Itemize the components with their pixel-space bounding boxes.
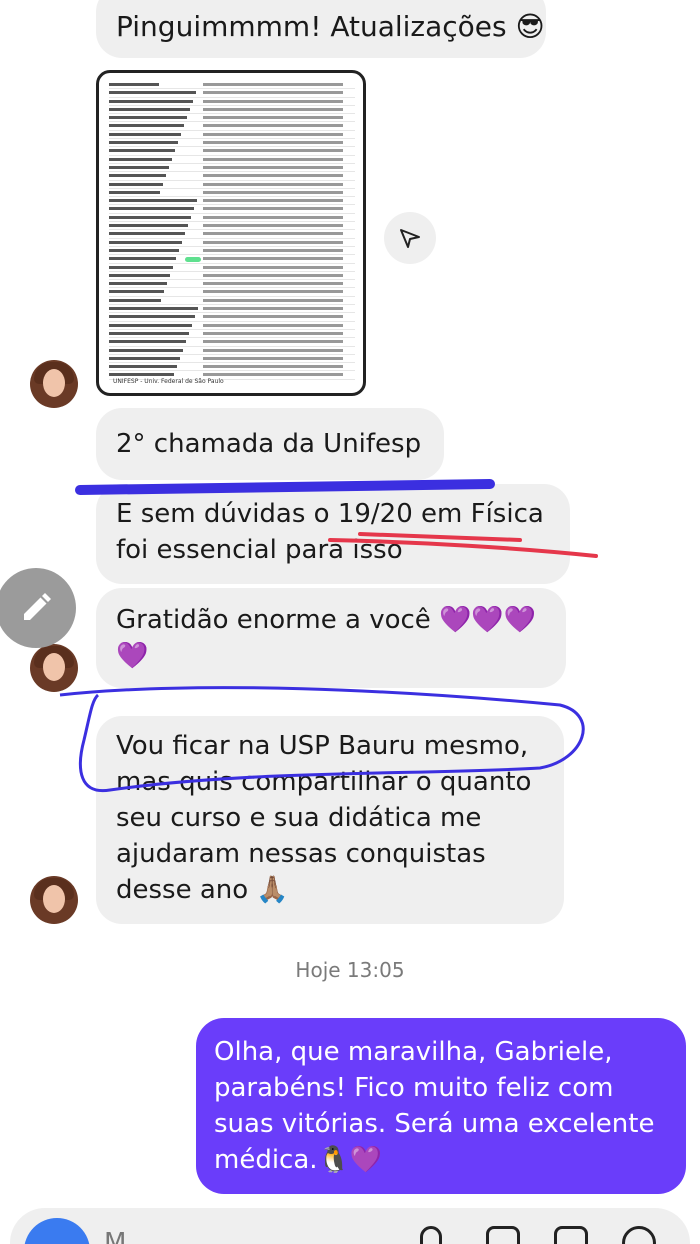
document-row	[109, 98, 355, 106]
document-row	[109, 247, 355, 256]
message-bubble[interactable]: Gratidão enorme a você 💜💜💜 💜	[96, 588, 566, 688]
document-footer-title: UNIFESP - Univ. Federal de São Paulo	[113, 378, 224, 385]
document-row	[109, 288, 355, 297]
document-row	[109, 255, 355, 264]
document-row	[109, 181, 355, 189]
avatar[interactable]	[30, 644, 78, 692]
mic-icon[interactable]	[420, 1226, 442, 1244]
sticker-icon[interactable]	[554, 1226, 588, 1244]
document-row	[109, 147, 355, 156]
document-row	[109, 131, 355, 140]
document-row	[109, 156, 355, 164]
document-row	[109, 355, 355, 364]
document-row	[109, 272, 355, 281]
sent-message-bubble[interactable]: Olha, que maravilha, Gabriele, parabéns!…	[196, 1018, 686, 1194]
document-row	[109, 338, 355, 347]
share-button[interactable]	[384, 212, 436, 264]
document-row	[109, 172, 355, 181]
document-row	[109, 239, 355, 247]
message-input[interactable]: M	[104, 1228, 126, 1244]
document-row	[109, 313, 355, 322]
document-row	[109, 197, 355, 206]
document-row	[109, 205, 355, 214]
document-row	[109, 297, 355, 306]
highlight-mark	[185, 257, 201, 263]
document-row	[109, 164, 355, 173]
document-row	[109, 106, 355, 115]
document-row	[109, 230, 355, 239]
shared-document-image[interactable]: UNIFESP - Univ. Federal de São Paulo	[96, 70, 366, 396]
edit-button[interactable]	[0, 568, 76, 648]
document-row	[109, 189, 355, 198]
avatar[interactable]	[30, 360, 78, 408]
gallery-icon[interactable]	[486, 1226, 520, 1244]
message-bubble[interactable]: Vou ficar na USP Bauru mesmo, mas quis c…	[96, 716, 564, 924]
document-row	[109, 114, 355, 123]
document-row	[109, 81, 355, 90]
document-row	[109, 122, 355, 131]
document-row	[109, 363, 355, 372]
document-row	[109, 264, 355, 272]
document-table	[109, 81, 355, 380]
share-icon	[400, 229, 420, 248]
document-row	[109, 139, 355, 148]
document-row	[109, 330, 355, 339]
document-row	[109, 322, 355, 330]
document-row	[109, 89, 355, 98]
message-timestamp: Hoje 13:05	[295, 958, 405, 982]
message-bubble[interactable]: 2° chamada da Unifesp	[96, 408, 444, 480]
message-bubble[interactable]: E sem dúvidas o 19/20 em Física foi esse…	[96, 484, 570, 584]
document-row	[109, 347, 355, 355]
avatar[interactable]	[30, 876, 78, 924]
document-row	[109, 222, 355, 231]
document-row	[109, 305, 355, 314]
document-row	[109, 280, 355, 289]
pencil-icon	[24, 593, 51, 620]
previous-message-text: Pinguimmmm! Atualizações 😎	[116, 10, 545, 43]
document-row	[109, 214, 355, 223]
close-icon[interactable]: ×	[654, 0, 676, 6]
